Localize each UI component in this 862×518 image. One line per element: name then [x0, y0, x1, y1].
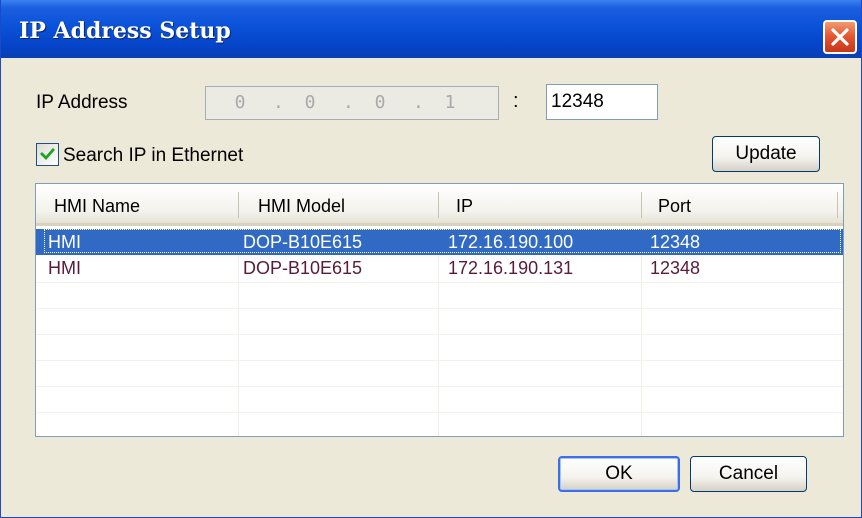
cell-hmi-name: HMI	[48, 258, 81, 278]
hmi-list[interactable]: HMI Name HMI Model IP Port HMI DOP-B10E6…	[35, 183, 844, 437]
grid-line	[36, 360, 843, 361]
port-colon: :	[513, 90, 519, 112]
cancel-button[interactable]: Cancel	[690, 456, 807, 492]
focus-rectangle	[44, 229, 841, 253]
window-title: IP Address Setup	[19, 18, 231, 44]
ip-dot-2: .	[343, 92, 354, 113]
ok-button[interactable]: OK	[558, 456, 680, 492]
search-ip-label[interactable]: Search IP in Ethernet	[63, 145, 243, 167]
ip-dot-3: .	[413, 92, 424, 113]
column-divider[interactable]	[238, 192, 239, 218]
table-row[interactable]: HMI DOP-B10E615 172.16.190.131 12348	[36, 255, 843, 281]
ip-octet-3[interactable]: 0	[365, 92, 395, 113]
column-header-hmi-name[interactable]: HMI Name	[54, 196, 140, 217]
ip-dot-1: .	[273, 92, 284, 113]
ip-address-setup-dialog: IP Address Setup IP Address 0 . 0 . 0 . …	[0, 0, 862, 518]
cell-ip: 172.16.190.131	[448, 258, 574, 278]
grid-line	[36, 386, 843, 387]
cell-hmi-model: DOP-B10E615	[243, 232, 363, 252]
cell-hmi-model: DOP-B10E615	[243, 258, 363, 278]
cell-port: 12348	[650, 258, 701, 278]
close-button[interactable]	[823, 20, 857, 54]
ip-octet-1[interactable]: 0	[225, 92, 255, 113]
grid-line	[36, 282, 843, 283]
update-button[interactable]: Update	[712, 136, 820, 172]
grid-line	[36, 412, 843, 413]
column-divider[interactable]	[837, 192, 838, 218]
ip-octet-2[interactable]: 0	[295, 92, 325, 113]
column-header-ip[interactable]: IP	[456, 196, 473, 217]
grid-line	[36, 334, 843, 335]
port-input[interactable]	[546, 84, 658, 120]
table-row[interactable]: HMI DOP-B10E615 172.16.190.100 12348	[36, 229, 843, 255]
column-header-port[interactable]: Port	[658, 196, 691, 217]
ip-octet-4[interactable]: 1	[435, 92, 465, 113]
title-bar[interactable]: IP Address Setup	[1, 0, 861, 58]
ip-address-field[interactable]: 0 . 0 . 0 . 1	[205, 86, 499, 120]
checkmark-icon	[40, 148, 55, 161]
list-header: HMI Name HMI Model IP Port	[36, 184, 843, 226]
search-ip-checkbox[interactable]	[36, 143, 59, 166]
close-icon	[831, 28, 849, 46]
grid-line	[36, 308, 843, 309]
column-divider[interactable]	[438, 192, 439, 218]
cell-port: 12348	[650, 232, 701, 252]
cell-ip: 172.16.190.100	[448, 232, 574, 252]
column-divider[interactable]	[641, 192, 642, 218]
ip-address-label: IP Address	[36, 92, 128, 113]
column-header-hmi-model[interactable]: HMI Model	[258, 196, 345, 217]
cell-hmi-name: HMI	[48, 232, 81, 252]
